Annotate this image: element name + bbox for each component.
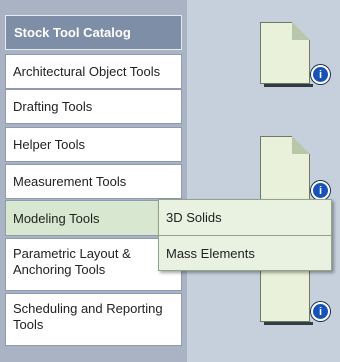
page-fold	[292, 136, 310, 154]
sidebar-item-measurement-tools[interactable]: Measurement Tools	[5, 164, 182, 199]
catalog-header: Stock Tool Catalog	[5, 15, 182, 50]
submenu-item-label: 3D Solids	[166, 210, 222, 225]
tile-shadow	[264, 322, 313, 325]
submenu-item-label: Mass Elements	[166, 245, 255, 261]
submenu-item-3d-solids[interactable]: 3D Solids	[159, 200, 331, 235]
page-fold	[292, 22, 310, 40]
info-icon[interactable]: i	[311, 181, 330, 200]
sidebar-item-scheduling-reporting[interactable]: Scheduling and Reporting Tools	[5, 293, 182, 346]
sidebar-item-helper-tools[interactable]: Helper Tools	[5, 127, 182, 162]
sidebar-item-architectural-object-tools[interactable]: Architectural Object Tools	[5, 54, 182, 89]
modeling-tools-submenu: 3D Solids Mass Elements	[158, 199, 332, 271]
info-icon[interactable]: i	[311, 302, 330, 321]
sidebar-item-label: Architectural Object Tools	[13, 64, 161, 79]
submenu-item-mass-elements[interactable]: Mass Elements	[159, 235, 331, 270]
sidebar-item-label: Measurement Tools	[13, 174, 127, 189]
sidebar-item-label: Helper Tools	[13, 137, 86, 152]
sidebar-item-label: Scheduling and Reporting Tools	[13, 301, 163, 332]
tool-document-icon[interactable]	[260, 22, 313, 87]
sidebar-item-modeling-tools[interactable]: Modeling Tools	[5, 200, 182, 236]
sidebar-item-label: Drafting Tools	[13, 99, 93, 114]
sidebar-item-label: Parametric Layout & Anchoring Tools	[13, 246, 131, 277]
catalog-sidebar: Stock Tool Catalog Architectural Object …	[0, 0, 187, 362]
sidebar-item-drafting-tools[interactable]: Drafting Tools	[5, 89, 182, 124]
tile-shadow	[264, 84, 313, 87]
sidebar-item-label: Modeling Tools	[13, 210, 100, 226]
info-icon[interactable]: i	[311, 65, 330, 84]
sidebar-item-parametric-layout[interactable]: Parametric Layout & Anchoring Tools	[5, 238, 182, 291]
